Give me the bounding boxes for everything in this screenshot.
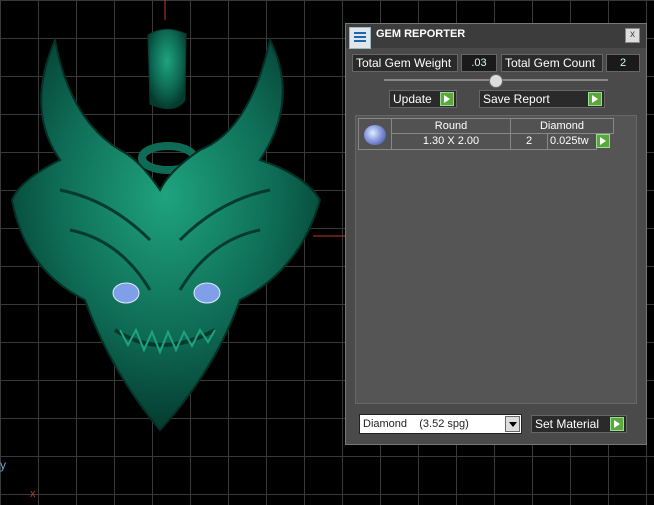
header-cut: Round [391, 118, 511, 134]
save-report-label: Save Report [483, 92, 550, 106]
total-gem-count-value: 2 [606, 54, 640, 72]
panel-titlebar[interactable]: GEM REPORTER x [346, 24, 646, 49]
play-icon [610, 417, 624, 431]
gem-icon [364, 125, 386, 145]
gem-reporter-panel: GEM REPORTER x Total Gem Weight .03 Tota… [345, 23, 647, 445]
play-icon [588, 92, 602, 106]
total-gem-count-label: Total Gem Count [501, 54, 603, 72]
chevron-down-icon[interactable] [505, 416, 520, 432]
update-label: Update [393, 92, 432, 106]
update-button[interactable]: Update [389, 90, 457, 108]
pendant-model[interactable] [10, 28, 322, 432]
total-gem-weight-label: Total Gem Weight [352, 54, 458, 72]
header-material: Diamond [510, 118, 614, 134]
slider-handle[interactable] [489, 74, 503, 88]
material-select[interactable]: Diamond (3.52 spg) [359, 414, 522, 434]
set-material-label: Set Material [535, 417, 600, 431]
material-select-value: Diamond (3.52 spg) [363, 418, 469, 430]
play-icon [440, 92, 454, 106]
row-action-button[interactable] [596, 134, 610, 148]
close-button[interactable]: x [625, 28, 640, 43]
total-gem-weight-value: .03 [461, 54, 497, 72]
list-item[interactable] [358, 118, 392, 150]
save-report-button[interactable]: Save Report [479, 90, 605, 108]
row-weight: 0.025tw [547, 133, 597, 150]
row-count: 2 [510, 133, 548, 150]
right-eye-gem [193, 282, 221, 304]
gem-list: Round Diamond 1.30 X 2.00 2 0.025tw [355, 115, 637, 404]
gem-reporter-icon [349, 27, 371, 49]
set-material-button[interactable]: Set Material [531, 415, 627, 433]
panel-title: GEM REPORTER [376, 28, 466, 40]
origin-marker: x [30, 488, 36, 500]
row-size: 1.30 X 2.00 [391, 133, 511, 150]
left-eye-gem [112, 282, 140, 304]
axis-label: y [0, 458, 6, 472]
